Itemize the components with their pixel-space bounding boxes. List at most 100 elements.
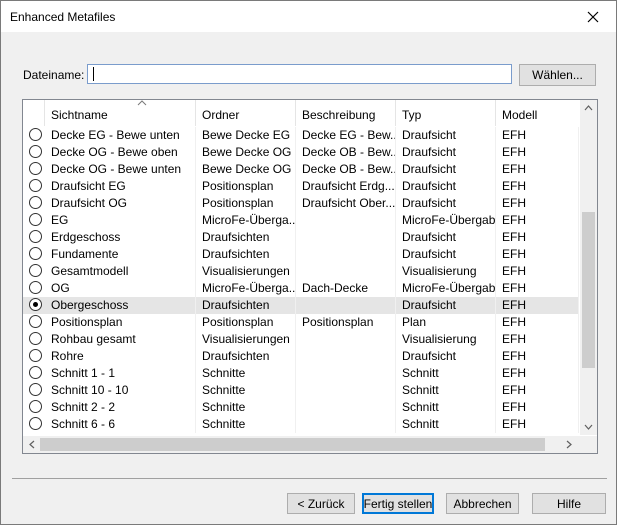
cell-ordner: Positionsplan — [196, 314, 296, 331]
cell-typ: Draufsicht — [396, 229, 496, 246]
row-radio-button[interactable] — [29, 298, 42, 311]
cell-sichtname: Decke OG - Bewe unten — [45, 161, 196, 178]
table-row[interactable]: Erdgeschoss Draufsichten Draufsicht EFH — [23, 229, 579, 246]
table-row[interactable]: Rohbau gesamt Visualisierungen Visualisier… — [23, 331, 579, 348]
column-header-beschreibung[interactable]: Beschreibung — [296, 100, 396, 126]
row-radio-button[interactable] — [29, 230, 42, 243]
table-row[interactable]: Decke EG - Bewe unten Bewe Decke EG Decke … — [23, 127, 579, 144]
cell-sichtname: Erdgeschoss — [45, 229, 196, 246]
row-radio-button[interactable] — [29, 145, 42, 158]
row-radio-button[interactable] — [29, 179, 42, 192]
cell-sichtname: OG — [45, 280, 196, 297]
table-row[interactable]: Schnitt 1 - 1 Schnitte Schnitt EFH — [23, 365, 579, 382]
cell-ordner: Draufsichten — [196, 229, 296, 246]
cell-ordner: Bewe Decke OG — [196, 144, 296, 161]
column-header-radio[interactable] — [23, 100, 45, 126]
cell-modell: EFH — [496, 331, 579, 348]
cell-typ: Draufsicht — [396, 144, 496, 161]
column-header-ordner[interactable]: Ordner — [196, 100, 296, 126]
cell-sichtname: Schnitt 6 - 6 — [45, 416, 196, 433]
window-title: Enhanced Metafiles — [10, 10, 116, 24]
row-radio-button[interactable] — [29, 349, 42, 362]
table-row[interactable]: Draufsicht EG Positionsplan Draufsicht Erd… — [23, 178, 579, 195]
horizontal-scroll-thumb[interactable] — [40, 438, 545, 451]
cell-sichtname: EG — [45, 212, 196, 229]
footer-separator — [12, 478, 607, 479]
column-header-sichtname[interactable]: Sichtname — [45, 100, 196, 126]
scroll-right-icon[interactable] — [566, 440, 572, 449]
cell-modell: EFH — [496, 229, 579, 246]
row-radio-button[interactable] — [29, 281, 42, 294]
table-row[interactable]: Fundamente Draufsichten Draufsicht EFH — [23, 246, 579, 263]
cell-ordner: MicroFe-Überga... — [196, 212, 296, 229]
dialog-window: Enhanced Metafiles Dateiname: Wählen... … — [0, 0, 617, 525]
cell-ordner: Positionsplan — [196, 178, 296, 195]
scroll-up-icon[interactable] — [584, 105, 593, 111]
scroll-left-icon[interactable] — [29, 440, 35, 449]
row-radio-button[interactable] — [29, 366, 42, 379]
row-radio-button[interactable] — [29, 213, 42, 226]
cell-ordner: Bewe Decke OG — [196, 161, 296, 178]
finish-button[interactable]: Fertig stellen — [362, 493, 434, 514]
cell-ordner: Schnitte — [196, 399, 296, 416]
sort-ascending-icon — [137, 100, 147, 106]
cell-ordner: Bewe Decke EG — [196, 127, 296, 144]
back-button[interactable]: < Zurück — [287, 493, 355, 514]
cell-modell: EFH — [496, 280, 579, 297]
table-row[interactable]: Draufsicht OG Positionsplan Draufsicht Obe… — [23, 195, 579, 212]
cell-beschreibung: Decke OB - Bew... — [296, 161, 396, 178]
row-radio-button[interactable] — [29, 400, 42, 413]
vertical-scroll-thumb[interactable] — [582, 212, 595, 368]
cell-modell: EFH — [496, 399, 579, 416]
table-row[interactable]: Schnitt 10 - 10 Schnitte Schnitt EFH — [23, 382, 579, 399]
text-caret — [93, 67, 94, 81]
row-radio-button[interactable] — [29, 264, 42, 277]
row-radio-button[interactable] — [29, 247, 42, 260]
cell-modell: EFH — [496, 161, 579, 178]
table-row[interactable]: Positionsplan Positionsplan Positionsplan P… — [23, 314, 579, 331]
cell-modell: EFH — [496, 297, 579, 314]
row-radio-button[interactable] — [29, 417, 42, 430]
browse-button[interactable]: Wählen... — [519, 64, 596, 86]
row-radio-button[interactable] — [29, 162, 42, 175]
cell-beschreibung: Decke OB - Bew... — [296, 144, 396, 161]
table-row[interactable]: Decke OG - Bewe oben Bewe Decke OG Decke O… — [23, 144, 579, 161]
table-row[interactable]: Schnitt 2 - 2 Schnitte Schnitt EFH — [23, 399, 579, 416]
filename-input[interactable] — [87, 64, 512, 84]
vertical-scrollbar[interactable] — [580, 100, 597, 435]
cell-typ: Draufsicht — [396, 161, 496, 178]
table-row[interactable]: EG MicroFe-Überga... MicroFe-Übergabe EFH — [23, 212, 579, 229]
row-radio-button[interactable] — [29, 315, 42, 328]
cell-beschreibung — [296, 229, 396, 246]
cell-typ: MicroFe-Übergabe — [396, 212, 496, 229]
cell-ordner: Visualisierungen — [196, 263, 296, 280]
table-row[interactable]: OG MicroFe-Überga... Dach-Decke MicroFe-Übe… — [23, 280, 579, 297]
table-row[interactable]: Gesamtmodell Visualisierungen Visualisieru… — [23, 263, 579, 280]
table-row[interactable]: Schnitt 6 - 6 Schnitte Schnitt EFH — [23, 416, 579, 433]
row-radio-button[interactable] — [29, 128, 42, 141]
row-radio-button[interactable] — [29, 196, 42, 209]
row-radio-button[interactable] — [29, 332, 42, 345]
table-row[interactable]: Rohre Draufsichten Draufsicht EFH — [23, 348, 579, 365]
cell-sichtname: Draufsicht OG — [45, 195, 196, 212]
cell-modell: EFH — [496, 416, 579, 433]
cell-typ: MicroFe-Übergabe — [396, 280, 496, 297]
table-row[interactable]: Obergeschoss Draufsichten Draufsicht EFH — [23, 297, 579, 314]
cell-sichtname: Schnitt 1 - 1 — [45, 365, 196, 382]
cell-modell: EFH — [496, 195, 579, 212]
cell-ordner: Schnitte — [196, 382, 296, 399]
horizontal-scrollbar[interactable] — [23, 436, 597, 453]
row-radio-button[interactable] — [29, 383, 42, 396]
cell-sichtname: Schnitt 2 - 2 — [45, 399, 196, 416]
scroll-down-icon[interactable] — [584, 424, 593, 430]
cell-beschreibung: Positionsplan — [296, 314, 396, 331]
cell-sichtname: Schnitt 10 - 10 — [45, 382, 196, 399]
column-header-typ[interactable]: Typ — [396, 100, 496, 126]
cell-typ: Draufsicht — [396, 246, 496, 263]
cell-ordner: Draufsichten — [196, 297, 296, 314]
help-button[interactable]: Hilfe — [532, 493, 606, 514]
table-row[interactable]: Decke OG - Bewe unten Bewe Decke OG Decke … — [23, 161, 579, 178]
cancel-button[interactable]: Abbrechen — [446, 493, 519, 514]
close-button[interactable] — [570, 1, 616, 32]
column-header-modell[interactable]: Modell — [496, 100, 579, 126]
